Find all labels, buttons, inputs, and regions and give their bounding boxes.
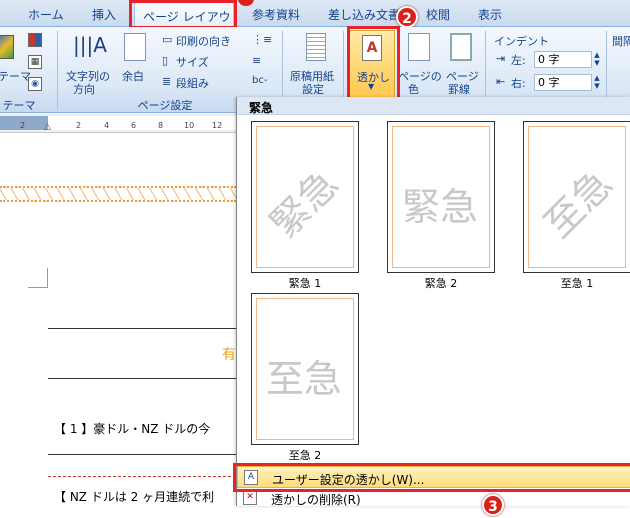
text-direction-icon[interactable]: |||A (73, 33, 107, 63)
gallery-section-header: 緊急 (237, 97, 630, 115)
indent-right-label: 右: (511, 77, 526, 90)
watermark-gallery-panel: 緊急 緊急 緊急 1 緊急 緊急 2 至急 至急 1 至急 至急 2 A ユーザ… (236, 97, 630, 507)
margins-icon[interactable] (124, 33, 146, 61)
theme-fonts-icon[interactable]: ▦ (28, 55, 42, 69)
menu-item-remove-watermark-label: 透かしの削除(R) (271, 493, 361, 507)
theme-colors-icon[interactable] (28, 33, 42, 47)
gallery-section-title: 緊急 (249, 101, 274, 115)
ruler-tick: 2 (76, 121, 82, 130)
callout-3: 3 (482, 494, 504, 516)
watermark-thumb-label: 至急 1 (560, 277, 594, 290)
rule-line (48, 378, 236, 379)
text-direction-label-2[interactable]: 方向 (73, 81, 95, 97)
indent-marker-icon[interactable]: △ (44, 122, 51, 132)
tab-home[interactable]: ホーム (28, 6, 64, 23)
tab-insert[interactable]: 挿入 (92, 6, 116, 23)
indent-right-field[interactable]: 0 字 (534, 74, 592, 91)
manuscript-label-2[interactable]: 設定 (302, 81, 324, 97)
dashed-rule (48, 476, 236, 477)
ruler-tick: 8 (158, 121, 164, 130)
watermark-thumb-shikyu-2[interactable]: 至急 (251, 293, 359, 445)
rule-line (48, 454, 236, 455)
columns-icon[interactable]: ≣ (162, 75, 171, 88)
highlight-box-custom-watermark (233, 463, 630, 492)
margins-label[interactable]: 余白 (122, 68, 144, 84)
theme-effects-icon[interactable]: ◉ (28, 77, 42, 91)
orientation-icon[interactable]: ▭ (162, 33, 172, 46)
theme-group-label: テーマ (2, 99, 36, 112)
ribbon-tab-bar: ホーム 挿入 ページ レイアウト 参考資料 差し込み文書 校閲 表示 (0, 0, 630, 41)
rule-line (48, 328, 236, 329)
ruler-tick: 10 (184, 121, 195, 130)
document-page[interactable]: 有 【 1 】豪ドル・NZ ドルの今 【 NZ ドルは 2 ヶ月連続で利 (0, 134, 236, 506)
callout-2: 2 (396, 6, 418, 28)
page-color-icon[interactable] (408, 33, 430, 61)
indent-label: インデント (494, 35, 549, 48)
watermark-thumb-shikyu-1[interactable]: 至急 (523, 121, 630, 273)
watermark-preview-text: 緊急 (402, 185, 479, 229)
watermark-thumb-label: 緊急 2 (424, 277, 458, 290)
heading-partial: 有 (222, 347, 236, 363)
indent-left-field[interactable]: 0 字 (534, 51, 592, 68)
page-color-label-2[interactable]: 色 (408, 81, 419, 97)
size-label[interactable]: サイズ (176, 54, 209, 70)
tab-references[interactable]: 参考資料 (252, 6, 300, 23)
watermark-thumb-kinkyu-1[interactable]: 緊急 (251, 121, 359, 273)
line-numbers-icon[interactable]: ≡ (252, 54, 261, 67)
horizontal-ruler[interactable]: 2 2 4 6 8 10 12 △ (0, 113, 236, 133)
theme-icon[interactable] (0, 35, 14, 59)
indent-right-spinner[interactable]: ▲ ▼ (592, 74, 602, 91)
page-border-label-2[interactable]: 罫線 (448, 81, 470, 97)
ruler-tick: 4 (104, 121, 110, 130)
highlight-box-watermark (347, 26, 400, 101)
watermark-preview-text: 至急 (266, 357, 343, 401)
indent-left-label: 左: (511, 54, 526, 67)
ruler-tick: 2 (20, 121, 26, 130)
page-border-icon[interactable] (450, 33, 472, 61)
indent-left-icon: ⇥ (496, 52, 506, 65)
watermark-thumb-kinkyu-2[interactable]: 緊急 (387, 121, 495, 273)
body-line-1: 【 1 】豪ドル・NZ ドルの今 (54, 422, 211, 436)
breaks-icon[interactable]: ⋮≡ (252, 33, 272, 46)
size-icon[interactable]: ▯ (162, 54, 168, 67)
spacing-label: 間隔 (612, 35, 630, 48)
watermark-thumb-label: 緊急 1 (288, 277, 322, 290)
highlight-box-page-layout (129, 0, 237, 29)
ruler-tick: 6 (131, 121, 137, 130)
tab-view[interactable]: 表示 (478, 6, 502, 23)
watermark-thumb-label: 至急 2 (288, 449, 322, 462)
indent-left-spinner[interactable]: ▲ ▼ (592, 51, 602, 68)
body-line-2: 【 NZ ドルは 2 ヶ月連続で利 (54, 490, 215, 504)
group-separator (57, 31, 58, 109)
orientation-label[interactable]: 印刷の向き (176, 33, 231, 49)
remove-watermark-icon: ✕ (243, 490, 257, 505)
hyphenation-icon[interactable]: bc- (252, 75, 267, 86)
ruler-tick: 12 (212, 121, 223, 130)
page-color-label-1[interactable]: ページの (398, 68, 442, 84)
columns-label[interactable]: 段組み (176, 75, 209, 91)
tab-mailings[interactable]: 差し込み文書 (328, 6, 400, 23)
text-cursor-corner (28, 268, 48, 288)
indent-right-icon: ⇤ (496, 75, 506, 88)
theme-button-label[interactable]: テーマ (0, 68, 31, 84)
decorative-border (0, 186, 236, 202)
manuscript-icon[interactable] (306, 33, 326, 61)
page-setup-group-label: ページ設定 (137, 99, 193, 112)
tab-review[interactable]: 校閲 (426, 6, 450, 23)
